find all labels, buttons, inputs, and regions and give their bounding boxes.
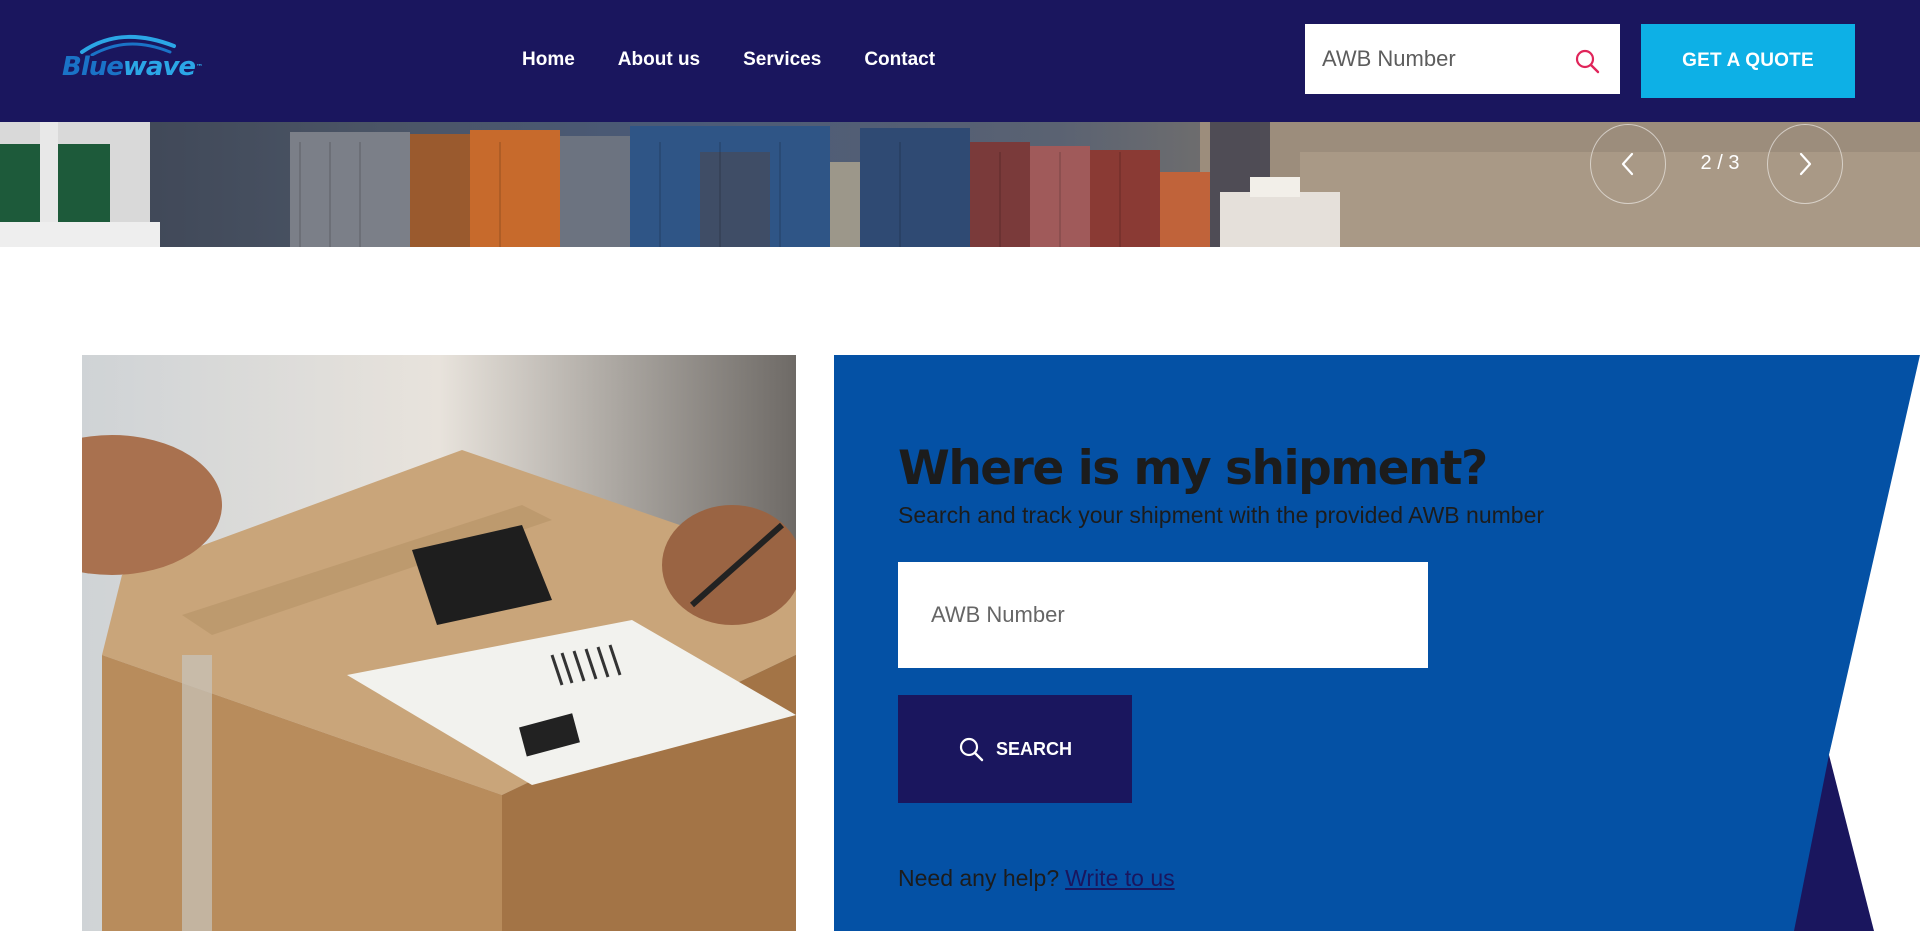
header-search-box [1305,24,1620,94]
help-text: Need any help? [898,865,1060,891]
chevron-left-icon [1621,152,1634,176]
package-image [82,355,796,931]
nav-about-us[interactable]: About us [618,49,700,71]
bluewave-logo[interactable]: Bluewave™ [62,30,203,86]
tracking-subtitle: Search and track your shipment with the … [898,502,1545,528]
logo-text-blue: Blue [62,52,124,82]
slider-next-button[interactable] [1767,124,1843,204]
search-icon [959,737,984,762]
main-nav: Home About us Services Contact [522,49,978,71]
slider-counter: 2 / 3 [1700,152,1740,174]
awb-number-input[interactable] [898,562,1428,668]
slider-prev-button[interactable] [1590,124,1666,204]
site-header: Bluewave™ Home About us Services Contact… [0,0,1920,122]
search-button-label: SEARCH [995,738,1072,759]
get-a-quote-button[interactable]: GET A QUOTE [1641,24,1855,98]
search-icon[interactable] [1574,48,1600,74]
nav-services[interactable]: Services [743,49,821,71]
search-button[interactable]: SEARCH [898,695,1132,803]
logo-trademark: ™ [196,63,203,71]
help-row: Need any help? Write to us [898,865,1175,892]
nav-contact[interactable]: Contact [864,49,935,71]
nav-home[interactable]: Home [522,49,575,71]
tracking-title: Where is my shipment? [898,441,1488,496]
hero-slider: 2 / 3 [0,122,1920,247]
logo-wordmark: Bluewave™ [62,52,203,82]
header-awb-input[interactable] [1305,24,1555,94]
logo-text-wave: wave [122,52,196,82]
write-to-us-link[interactable]: Write to us [1065,865,1175,891]
tracking-panel: Where is my shipment? Search and track y… [834,355,1920,931]
chevron-right-icon [1799,152,1812,176]
shipment-photo [82,355,796,931]
